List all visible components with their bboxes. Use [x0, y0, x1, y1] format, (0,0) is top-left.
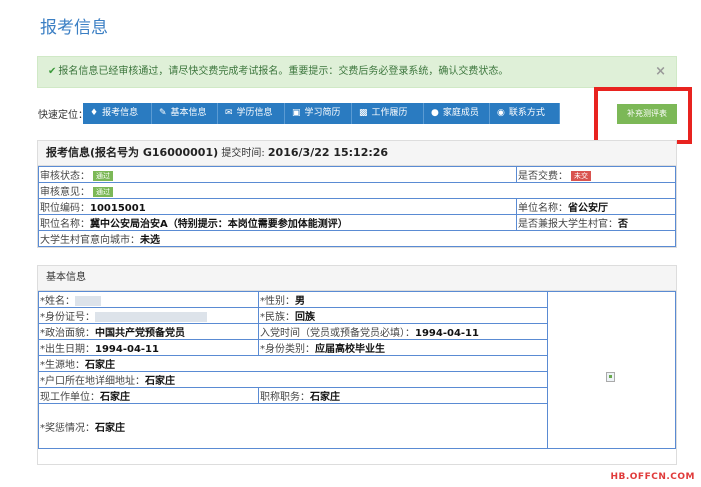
quicknav-work-button[interactable]: ▩ 工作履历 — [352, 103, 424, 124]
quicknav-bar: ♦ 报考信息 ✎ 基本信息 ✉ 学历信息 ▣ 学习简历 ▩ 工作履历 ● 家庭成员 ◉ 联系方… — [83, 103, 560, 124]
close-icon[interactable]: × — [655, 57, 666, 87]
quicknav-study-button[interactable]: ▣ 学习简历 — [285, 103, 352, 124]
baokao-panel-header: 报考信息(报名号为 G16000001) 提交时间: 2016/3/22 15:… — [38, 141, 676, 166]
quicknav-baokao-button[interactable]: ♦ 报考信息 — [83, 103, 152, 124]
globe-icon: ● — [431, 108, 439, 118]
success-alert: ✔ 报名信息已经审核通过，请尽快交费完成考试报名。重要提示：交费后务必登录系统，确… — [37, 56, 677, 88]
basic-table: *姓名： *性别：男 *身份证号： *民族：回族 *政治面貌：中国共产党预备党员… — [38, 291, 676, 449]
quicknav-family-button[interactable]: ● 家庭成员 — [424, 103, 490, 124]
envelope-icon: ✉ — [225, 108, 233, 118]
table-row: 大学生村官意向城市：未选 — [38, 230, 676, 247]
submit-time: 2016/3/22 15:12:26 — [267, 146, 389, 159]
quicknav-contact-button[interactable]: ◉ 联系方式 — [490, 103, 560, 124]
watermark: HB.OFFCN.COM — [610, 472, 695, 482]
table-row: 职位编码：10015001 单位名称：省公安厅 — [38, 198, 676, 215]
submit-time-label: 提交时间: — [221, 148, 265, 159]
chat-icon: ◉ — [497, 108, 505, 118]
book-icon: ▣ — [292, 108, 301, 118]
baokao-panel: 报考信息(报名号为 G16000001) 提交时间: 2016/3/22 15:… — [37, 140, 677, 248]
quicknav-label: 快速定位： — [38, 110, 88, 121]
baokao-table: 审核状态： 通过 是否交费： 未交 审核意见： 通过 职位编码：10015001 单位… — [38, 166, 676, 247]
status-badge: 通过 — [93, 171, 113, 181]
basic-panel-header: 基本信息 — [38, 266, 676, 291]
briefcase-icon: ▩ — [359, 108, 368, 118]
masked-name — [75, 296, 101, 306]
page-title: 报考信息 — [40, 18, 108, 38]
tag-icon: ♦ — [90, 108, 99, 118]
status-badge: 未交 — [571, 171, 591, 181]
basic-title: 基本信息 — [46, 272, 86, 283]
supplement-form-button[interactable]: 补充测评表 — [617, 104, 677, 124]
photo-cell — [547, 291, 676, 449]
table-row: *姓名： *性别：男 — [38, 291, 676, 449]
quicknav-basic-button[interactable]: ✎ 基本信息 — [152, 103, 218, 124]
table-row: 审核意见： 通过 — [38, 182, 676, 199]
baokao-title: 报考信息(报名号为 G16000001) — [46, 146, 219, 159]
alert-message: 报名信息已经审核通过，请尽快交费完成考试报名。重要提示：交费后务必登录系统，确认… — [58, 66, 509, 77]
photo-placeholder-icon — [606, 372, 615, 382]
table-row: 职位名称：冀中公安局治安A（特别提示：本岗位需要参加体能测评） 是否兼报大学生村… — [38, 214, 676, 231]
status-badge: 通过 — [93, 187, 113, 197]
edit-icon: ✎ — [159, 108, 167, 118]
masked-id — [95, 312, 207, 322]
basic-panel: 基本信息 *姓名： *性别：男 *身份证号： *民族：回族 *政治面貌：中国共产… — [37, 265, 677, 465]
table-row: 审核状态： 通过 是否交费： 未交 — [38, 166, 676, 183]
quicknav-education-button[interactable]: ✉ 学历信息 — [218, 103, 285, 124]
check-icon: ✔ — [48, 66, 57, 77]
